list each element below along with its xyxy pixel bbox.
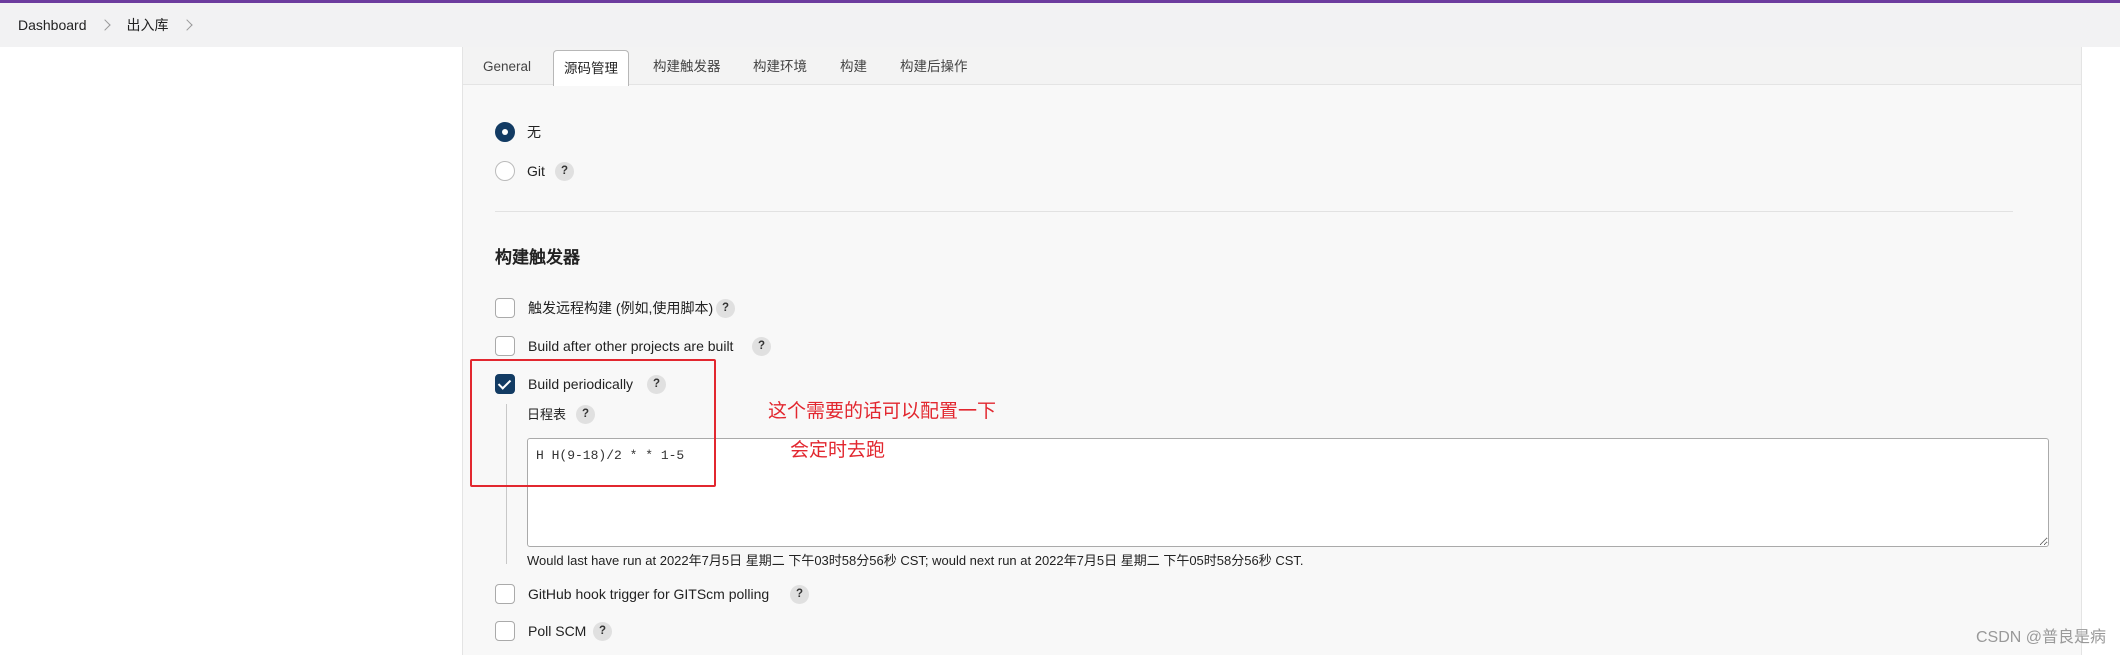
scm-git-label: Git	[527, 163, 545, 179]
scm-git-radio[interactable]	[495, 161, 515, 181]
watermark: CSDN @普良是病	[1975, 629, 2106, 646]
trigger-poll-scm-checkbox[interactable]	[495, 621, 515, 641]
trigger-after-other-checkbox[interactable]	[495, 336, 515, 356]
tab-source-management[interactable]: 源码管理	[553, 50, 629, 86]
config-panel: General 源码管理 构建触发器 构建环境 构建 构建后操作 无 Git ?…	[462, 47, 2082, 655]
tab-build-environment[interactable]: 构建环境	[753, 57, 807, 77]
help-icon[interactable]: ?	[593, 622, 612, 641]
tab-build-triggers[interactable]: 构建触发器	[653, 57, 721, 77]
annotation-note-line1: 这个需要的话可以配置一下	[768, 401, 997, 422]
trigger-remote-checkbox[interactable]	[495, 298, 515, 318]
chevron-right-icon[interactable]	[180, 19, 193, 31]
trigger-poll-scm-label: Poll SCM	[528, 623, 587, 639]
annotation-highlight-box	[470, 359, 716, 487]
section-divider	[495, 211, 2013, 212]
trigger-github-hook-checkbox[interactable]	[495, 584, 515, 604]
breadcrumb-dashboard[interactable]: Dashboard	[18, 17, 87, 33]
breadcrumb: Dashboard 出入库	[0, 3, 2120, 47]
schedule-textarea[interactable]	[527, 438, 2049, 547]
help-icon[interactable]: ?	[716, 299, 735, 318]
help-icon[interactable]: ?	[752, 337, 771, 356]
tab-build[interactable]: 构建	[840, 57, 867, 77]
trigger-after-other-label: Build after other projects are built	[528, 338, 734, 354]
scm-none-label: 无	[527, 124, 541, 140]
config-tabs: General 源码管理 构建触发器 构建环境 构建 构建后操作	[463, 47, 2081, 86]
tab-general[interactable]: General	[483, 57, 531, 77]
schedule-hint: Would last have run at 2022年7月5日 星期二 下午0…	[527, 553, 1304, 568]
chevron-right-icon	[98, 19, 111, 31]
trigger-remote-label: 触发远程构建 (例如,使用脚本)	[528, 300, 714, 316]
help-icon[interactable]: ?	[790, 585, 809, 604]
tab-post-build[interactable]: 构建后操作	[900, 57, 968, 77]
section-title-build-triggers: 构建触发器	[495, 248, 580, 267]
breadcrumb-project[interactable]: 出入库	[127, 15, 169, 35]
annotation-note-line2: 会定时去跑	[790, 440, 886, 461]
scm-none-radio[interactable]	[495, 122, 515, 142]
trigger-github-hook-label: GitHub hook trigger for GITScm polling	[528, 586, 770, 602]
help-icon[interactable]: ?	[555, 162, 574, 181]
